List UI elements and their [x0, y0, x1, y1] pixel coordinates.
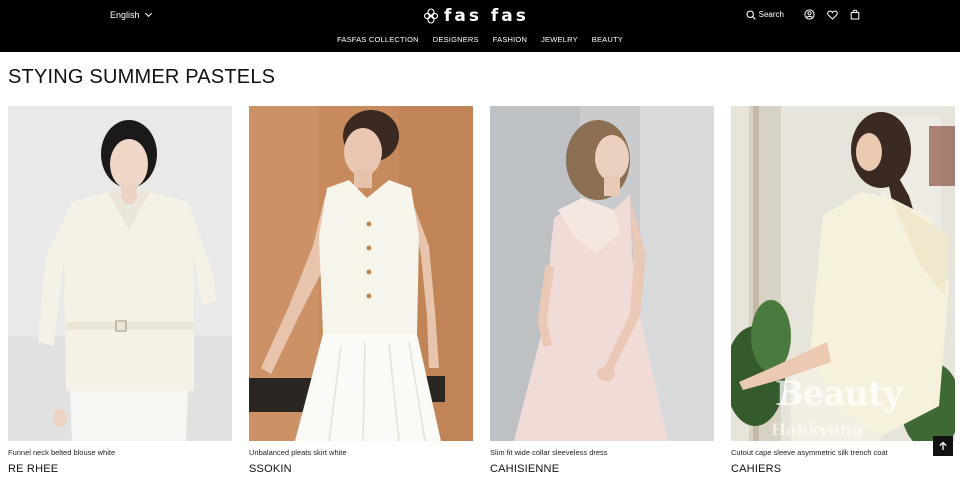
nav-item-beauty[interactable]: BEAUTY — [592, 35, 623, 44]
product-brand[interactable]: CAHIERS — [731, 463, 955, 475]
search-label: Search — [758, 10, 784, 19]
product-grid: Funnel neck belted blouse white RE RHEE — [8, 106, 955, 475]
watermark-subtext: Hankyung — [771, 420, 863, 439]
language-selector[interactable]: English — [110, 9, 152, 20]
logo-icon — [424, 8, 438, 24]
arrow-up-icon — [939, 441, 947, 450]
cart-button[interactable] — [850, 9, 860, 20]
product-name[interactable]: Cutout cape sleeve asymmetric silk trenc… — [731, 448, 955, 457]
utility-nav: Search — [746, 9, 860, 20]
nav-item-designers[interactable]: DESIGNERS — [433, 35, 479, 44]
product-name[interactable]: Unbalanced pleats skirt white — [249, 448, 473, 457]
product-name[interactable]: Slim fit wide collar sleeveless dress — [490, 448, 714, 457]
account-button[interactable] — [804, 9, 815, 20]
scroll-to-top-button[interactable] — [933, 436, 953, 456]
product-image[interactable] — [490, 106, 714, 441]
product-image[interactable] — [249, 106, 473, 441]
product-brand[interactable]: RE RHEE — [8, 463, 232, 475]
top-header: English fas fas Search FASFAS COLLECTION… — [0, 0, 960, 52]
product-image[interactable] — [8, 106, 232, 441]
product-image[interactable]: Beauty Hankyung — [731, 106, 955, 441]
language-label: English — [110, 10, 140, 20]
product-card[interactable]: Funnel neck belted blouse white RE RHEE — [8, 106, 232, 475]
nav-item-jewelry[interactable]: JEWELRY — [541, 35, 578, 44]
nav-item-fasfas-collection[interactable]: FASFAS COLLECTION — [337, 35, 419, 44]
main-nav: FASFAS COLLECTION DESIGNERS FASHION JEWE… — [0, 35, 960, 44]
product-brand[interactable]: CAHISIENNE — [490, 463, 714, 475]
section-title: STYING SUMMER PASTELS — [8, 66, 276, 88]
wishlist-button[interactable] — [827, 10, 838, 20]
site-logo[interactable]: fas fas — [424, 6, 529, 26]
product-name[interactable]: Funnel neck belted blouse white — [8, 448, 232, 457]
search-icon — [746, 9, 756, 20]
nav-item-fashion[interactable]: FASHION — [493, 35, 527, 44]
brand-name: fas fas — [444, 6, 529, 26]
product-brand[interactable]: SSOKIN — [249, 463, 473, 475]
search-button[interactable]: Search — [746, 9, 784, 20]
product-card[interactable]: Beauty Hankyung Cutout cape sleeve asymm… — [731, 106, 955, 475]
watermark-text: Beauty — [775, 374, 903, 414]
bag-icon — [850, 9, 860, 20]
product-card[interactable]: Unbalanced pleats skirt white SSOKIN — [249, 106, 473, 475]
user-icon — [804, 9, 815, 20]
heart-icon — [827, 10, 838, 20]
chevron-down-icon — [144, 9, 152, 18]
product-card[interactable]: Slim fit wide collar sleeveless dress CA… — [490, 106, 714, 475]
